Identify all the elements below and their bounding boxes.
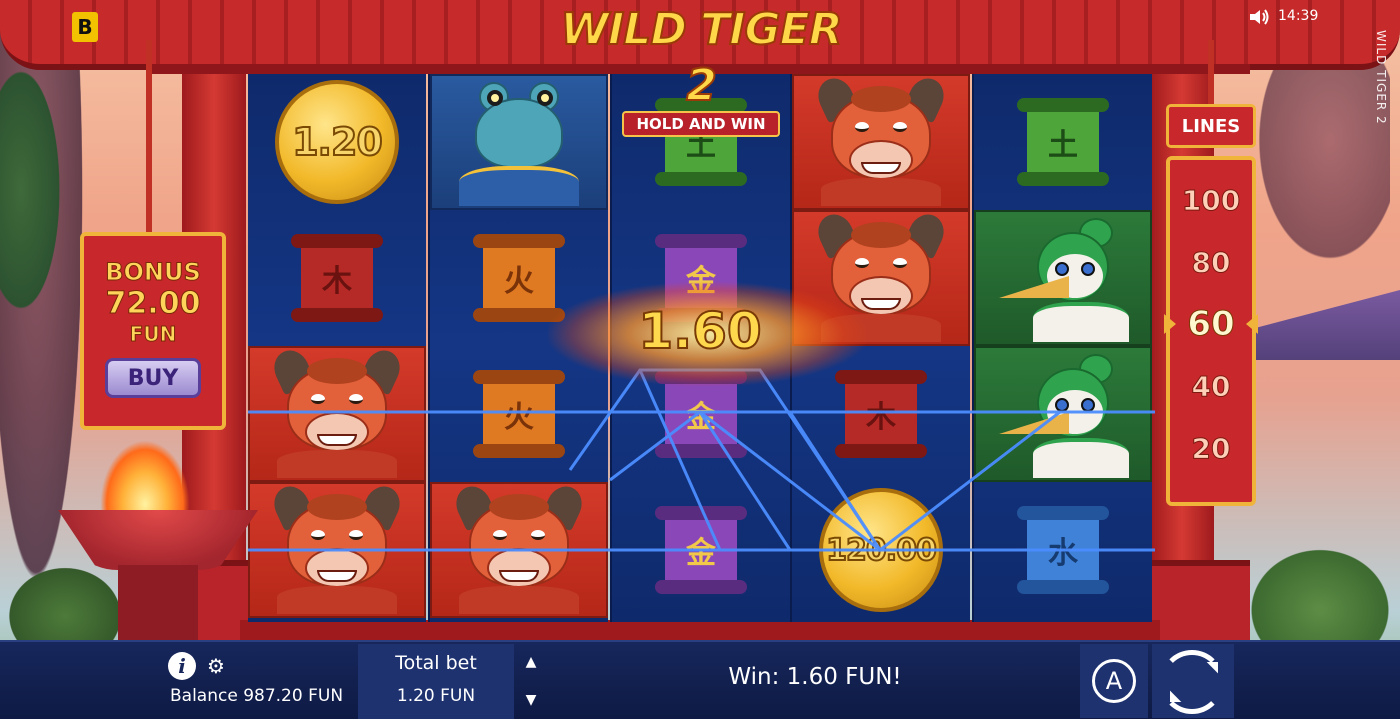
scroll-glyph: 土 — [1048, 128, 1078, 163]
lines-option-100[interactable]: 100 — [1170, 184, 1252, 218]
scroll-glyph: 金 — [686, 536, 716, 571]
brand-badge[interactable]: B — [72, 12, 98, 42]
scroll-wood-icon: 木 — [291, 230, 383, 326]
bottom-control-bar: i ⚙ Balance 987.20 FUN Total bet 1.20 FU… — [0, 640, 1400, 719]
win-amount-display: 1.60 — [637, 301, 762, 361]
bull-icon — [267, 480, 407, 614]
symbol-scroll-water: 水 — [974, 482, 1152, 618]
lines-selector: 100 80 60 40 20 — [1166, 156, 1256, 506]
bull-icon — [449, 480, 589, 614]
crane-icon — [993, 214, 1133, 342]
scroll-earth-icon: 土 — [1017, 94, 1109, 190]
bull-icon — [267, 344, 407, 478]
game-subtitle: HOLD AND WIN — [622, 111, 780, 137]
scroll-glyph: 木 — [866, 400, 896, 435]
lines-label: LINES — [1166, 104, 1256, 148]
game-stage: 1.20 木 火 火 土 金 金 木 120.00 土 水 1.60 WILD … — [0, 0, 1400, 719]
lines-rope — [1208, 40, 1214, 106]
coin-value: 1.20 — [291, 119, 384, 165]
scroll-glyph: 火 — [504, 264, 534, 299]
background-bush-right — [1240, 540, 1400, 640]
brazier-stand — [118, 565, 198, 640]
win-message: Win: 1.60 FUN! — [728, 664, 902, 690]
scroll-glyph: 火 — [504, 400, 534, 435]
gear-icon[interactable]: ⚙ — [204, 654, 228, 678]
background-pagoda-roof — [1240, 290, 1400, 360]
lines-option-60[interactable]: 60 — [1170, 304, 1252, 345]
background-bush-left — [0, 560, 130, 640]
balance-display: Balance 987.20 FUN — [170, 686, 344, 706]
autoplay-button[interactable]: A — [1080, 644, 1148, 718]
fire-icon — [100, 440, 190, 520]
scroll-glyph: 金 — [686, 400, 716, 435]
symbol-scroll-wood: 木 — [248, 210, 426, 346]
lines-option-80[interactable]: 80 — [1170, 246, 1252, 280]
symbol-crane — [974, 346, 1152, 482]
bonus-rope — [146, 40, 152, 234]
total-bet-value: 1.20 FUN — [396, 686, 476, 706]
coin-value: 120.00 — [825, 532, 938, 569]
scroll-glyph: 水 — [1048, 536, 1078, 571]
bonus-currency: FUN — [129, 322, 177, 347]
coin-icon: 1.20 — [275, 80, 399, 204]
symbol-coin: 1.20 — [248, 74, 426, 210]
total-bet-label: Total bet — [395, 652, 477, 674]
background-tree-right — [1240, 40, 1390, 290]
bonus-buy-panel: BONUS 72.00 FUN BUY — [80, 232, 226, 430]
bonus-label: BONUS — [105, 258, 202, 287]
bet-increase-button[interactable]: ▲ — [516, 644, 546, 680]
scroll-glyph: 木 — [322, 264, 352, 299]
game-logo: WILD TIGER 2 HOLD AND WIN — [559, 2, 844, 137]
symbol-bull — [248, 480, 426, 618]
buy-bonus-button[interactable]: BUY — [105, 358, 201, 398]
lines-option-40[interactable]: 40 — [1170, 370, 1252, 404]
lines-option-20[interactable]: 20 — [1170, 432, 1252, 466]
symbol-scroll-metal: 金 — [612, 482, 790, 618]
symbol-scroll-earth: 土 — [974, 74, 1152, 210]
spin-button[interactable] — [1152, 644, 1234, 718]
background-leaves-left — [0, 40, 70, 340]
scroll-metal-icon: 金 — [655, 502, 747, 598]
symbol-coin: 120.00 — [792, 482, 970, 618]
coin-icon: 120.00 — [819, 488, 943, 612]
bonus-amount: 72.00 — [105, 286, 201, 322]
autoplay-icon: A — [1092, 659, 1136, 703]
symbol-crane — [974, 210, 1152, 346]
info-icon[interactable]: i — [168, 652, 196, 680]
side-game-title: WILD TIGER 2 — [1374, 30, 1388, 125]
total-bet-box: Total bet 1.20 FUN — [358, 644, 514, 719]
symbol-bull — [430, 480, 608, 618]
bet-decrease-button[interactable]: ▼ — [516, 682, 546, 718]
scroll-water-icon: 水 — [1017, 502, 1109, 598]
clock: 14:39 — [1278, 8, 1319, 24]
speaker-icon[interactable] — [1248, 8, 1270, 26]
game-title: WILD TIGER 2 — [559, 3, 843, 112]
temple-floor — [240, 620, 1160, 640]
symbol-bull — [248, 344, 426, 482]
crane-icon — [993, 350, 1133, 478]
